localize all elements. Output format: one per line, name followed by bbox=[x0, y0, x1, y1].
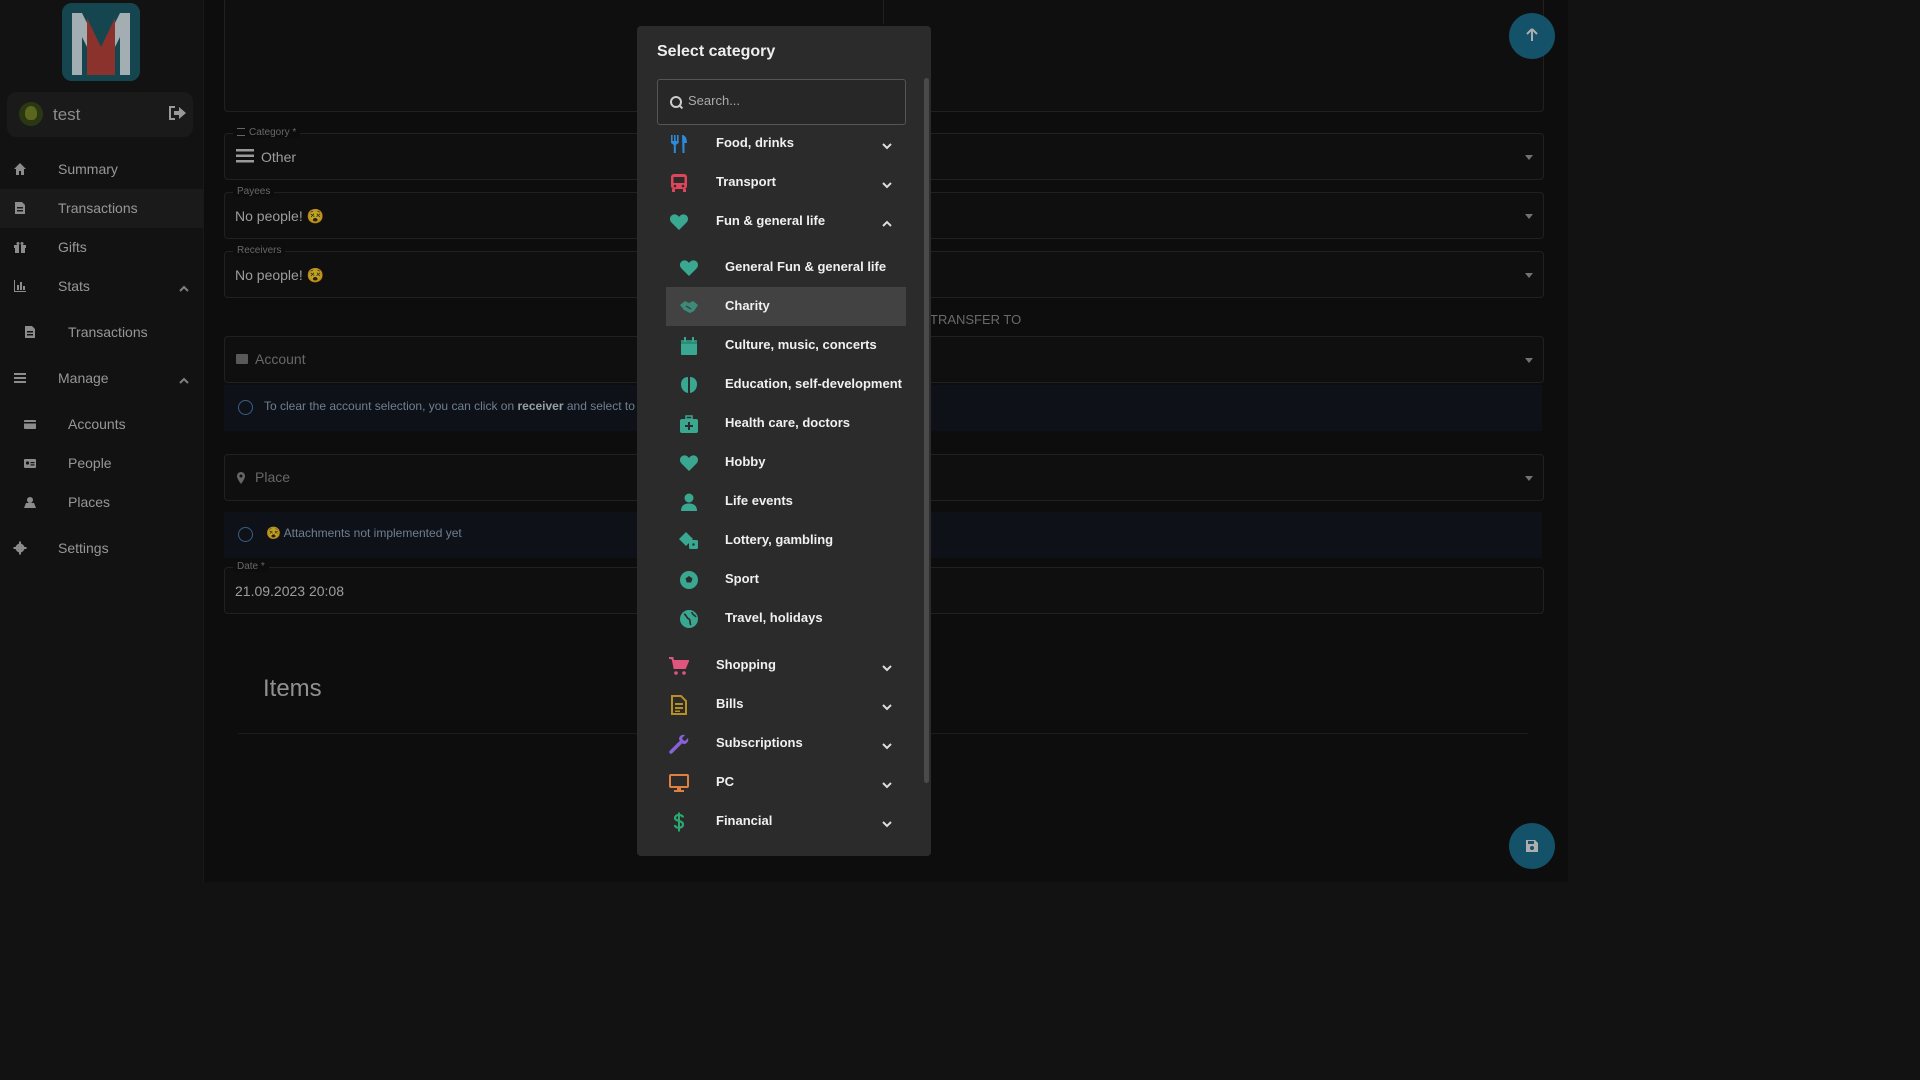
subcategory-travel[interactable]: Travel, holidays bbox=[666, 599, 906, 638]
chevron-down-icon[interactable] bbox=[882, 699, 892, 711]
subcategory-label: Sport bbox=[725, 571, 759, 586]
category-transport[interactable]: Transport bbox=[657, 163, 907, 202]
category-label: Bills bbox=[716, 696, 744, 711]
subcategory-charity[interactable]: Charity bbox=[666, 287, 906, 326]
category-label: Shopping bbox=[716, 657, 776, 672]
handshake-icon bbox=[679, 297, 699, 317]
chevron-down-icon[interactable] bbox=[882, 777, 892, 789]
subcategory-sport[interactable]: Sport bbox=[666, 560, 906, 599]
subcategory-general-fun[interactable]: General Fun & general life bbox=[666, 248, 906, 287]
monitor-icon bbox=[669, 773, 689, 793]
heart-icon bbox=[679, 258, 699, 278]
subcategory-label: Education, self-development bbox=[725, 376, 902, 391]
search-input[interactable] bbox=[686, 92, 890, 109]
globe-icon bbox=[679, 609, 699, 629]
category-label: PC bbox=[716, 774, 735, 789]
subcategory-culture[interactable]: Culture, music, concerts bbox=[666, 326, 906, 365]
subcategory-label: Charity bbox=[725, 298, 770, 313]
utensils-icon bbox=[669, 134, 689, 154]
search-box[interactable] bbox=[657, 79, 906, 125]
chevron-down-icon[interactable] bbox=[882, 138, 892, 150]
category-subscriptions[interactable]: Subscriptions bbox=[657, 724, 907, 763]
chevron-down-icon[interactable] bbox=[882, 660, 892, 672]
dialog-scrollbar[interactable] bbox=[924, 78, 929, 783]
select-category-dialog: Select category Food, drinks Transport F… bbox=[637, 26, 931, 856]
subcategory-health[interactable]: Health care, doctors bbox=[666, 404, 906, 443]
subcategory-label: Life events bbox=[725, 493, 793, 508]
subcategory-label: Culture, music, concerts bbox=[725, 337, 877, 352]
calendar-icon bbox=[679, 336, 699, 356]
category-financial[interactable]: Financial bbox=[657, 802, 907, 841]
medkit-icon bbox=[679, 414, 699, 434]
bus-icon bbox=[669, 173, 689, 193]
chevron-up-icon[interactable] bbox=[882, 216, 892, 227]
file-invoice-icon bbox=[669, 695, 689, 715]
dollar-icon bbox=[669, 812, 689, 832]
person-icon bbox=[679, 492, 699, 512]
search-icon bbox=[670, 96, 682, 108]
category-label: Transport bbox=[716, 174, 776, 189]
brain-icon bbox=[679, 375, 699, 395]
subcategory-label: General Fun & general life bbox=[725, 259, 887, 274]
subcategory-label: Health care, doctors bbox=[725, 415, 850, 430]
soccer-ball-icon bbox=[679, 570, 699, 590]
heart-icon bbox=[669, 212, 689, 232]
subcategory-label: Lottery, gambling bbox=[725, 532, 834, 547]
category-label: Subscriptions bbox=[716, 735, 803, 750]
chevron-down-icon[interactable] bbox=[882, 816, 892, 828]
heart-icon bbox=[679, 453, 699, 473]
dice-icon bbox=[679, 531, 699, 551]
category-bills[interactable]: Bills bbox=[657, 685, 907, 724]
subcategory-label: Travel, holidays bbox=[725, 610, 823, 625]
category-label: Food, drinks bbox=[716, 135, 794, 150]
subcategory-lottery[interactable]: Lottery, gambling bbox=[666, 521, 906, 560]
chevron-down-icon[interactable] bbox=[882, 738, 892, 750]
subcategory-life-events[interactable]: Life events bbox=[666, 482, 906, 521]
category-label: Financial bbox=[716, 813, 773, 828]
dialog-title: Select category bbox=[657, 43, 776, 60]
chevron-down-icon[interactable] bbox=[882, 177, 892, 189]
category-food-drinks[interactable]: Food, drinks bbox=[657, 124, 907, 163]
wrench-icon bbox=[669, 734, 689, 754]
cart-icon bbox=[669, 656, 690, 676]
subcategory-hobby[interactable]: Hobby bbox=[666, 443, 906, 482]
subcategory-label: Hobby bbox=[725, 454, 766, 469]
subcategory-education[interactable]: Education, self-development bbox=[666, 365, 906, 404]
category-shopping[interactable]: Shopping bbox=[657, 646, 907, 685]
category-label: Fun & general life bbox=[716, 213, 826, 228]
category-pc[interactable]: PC bbox=[657, 763, 907, 802]
category-fun-general-life[interactable]: Fun & general life bbox=[657, 202, 907, 241]
